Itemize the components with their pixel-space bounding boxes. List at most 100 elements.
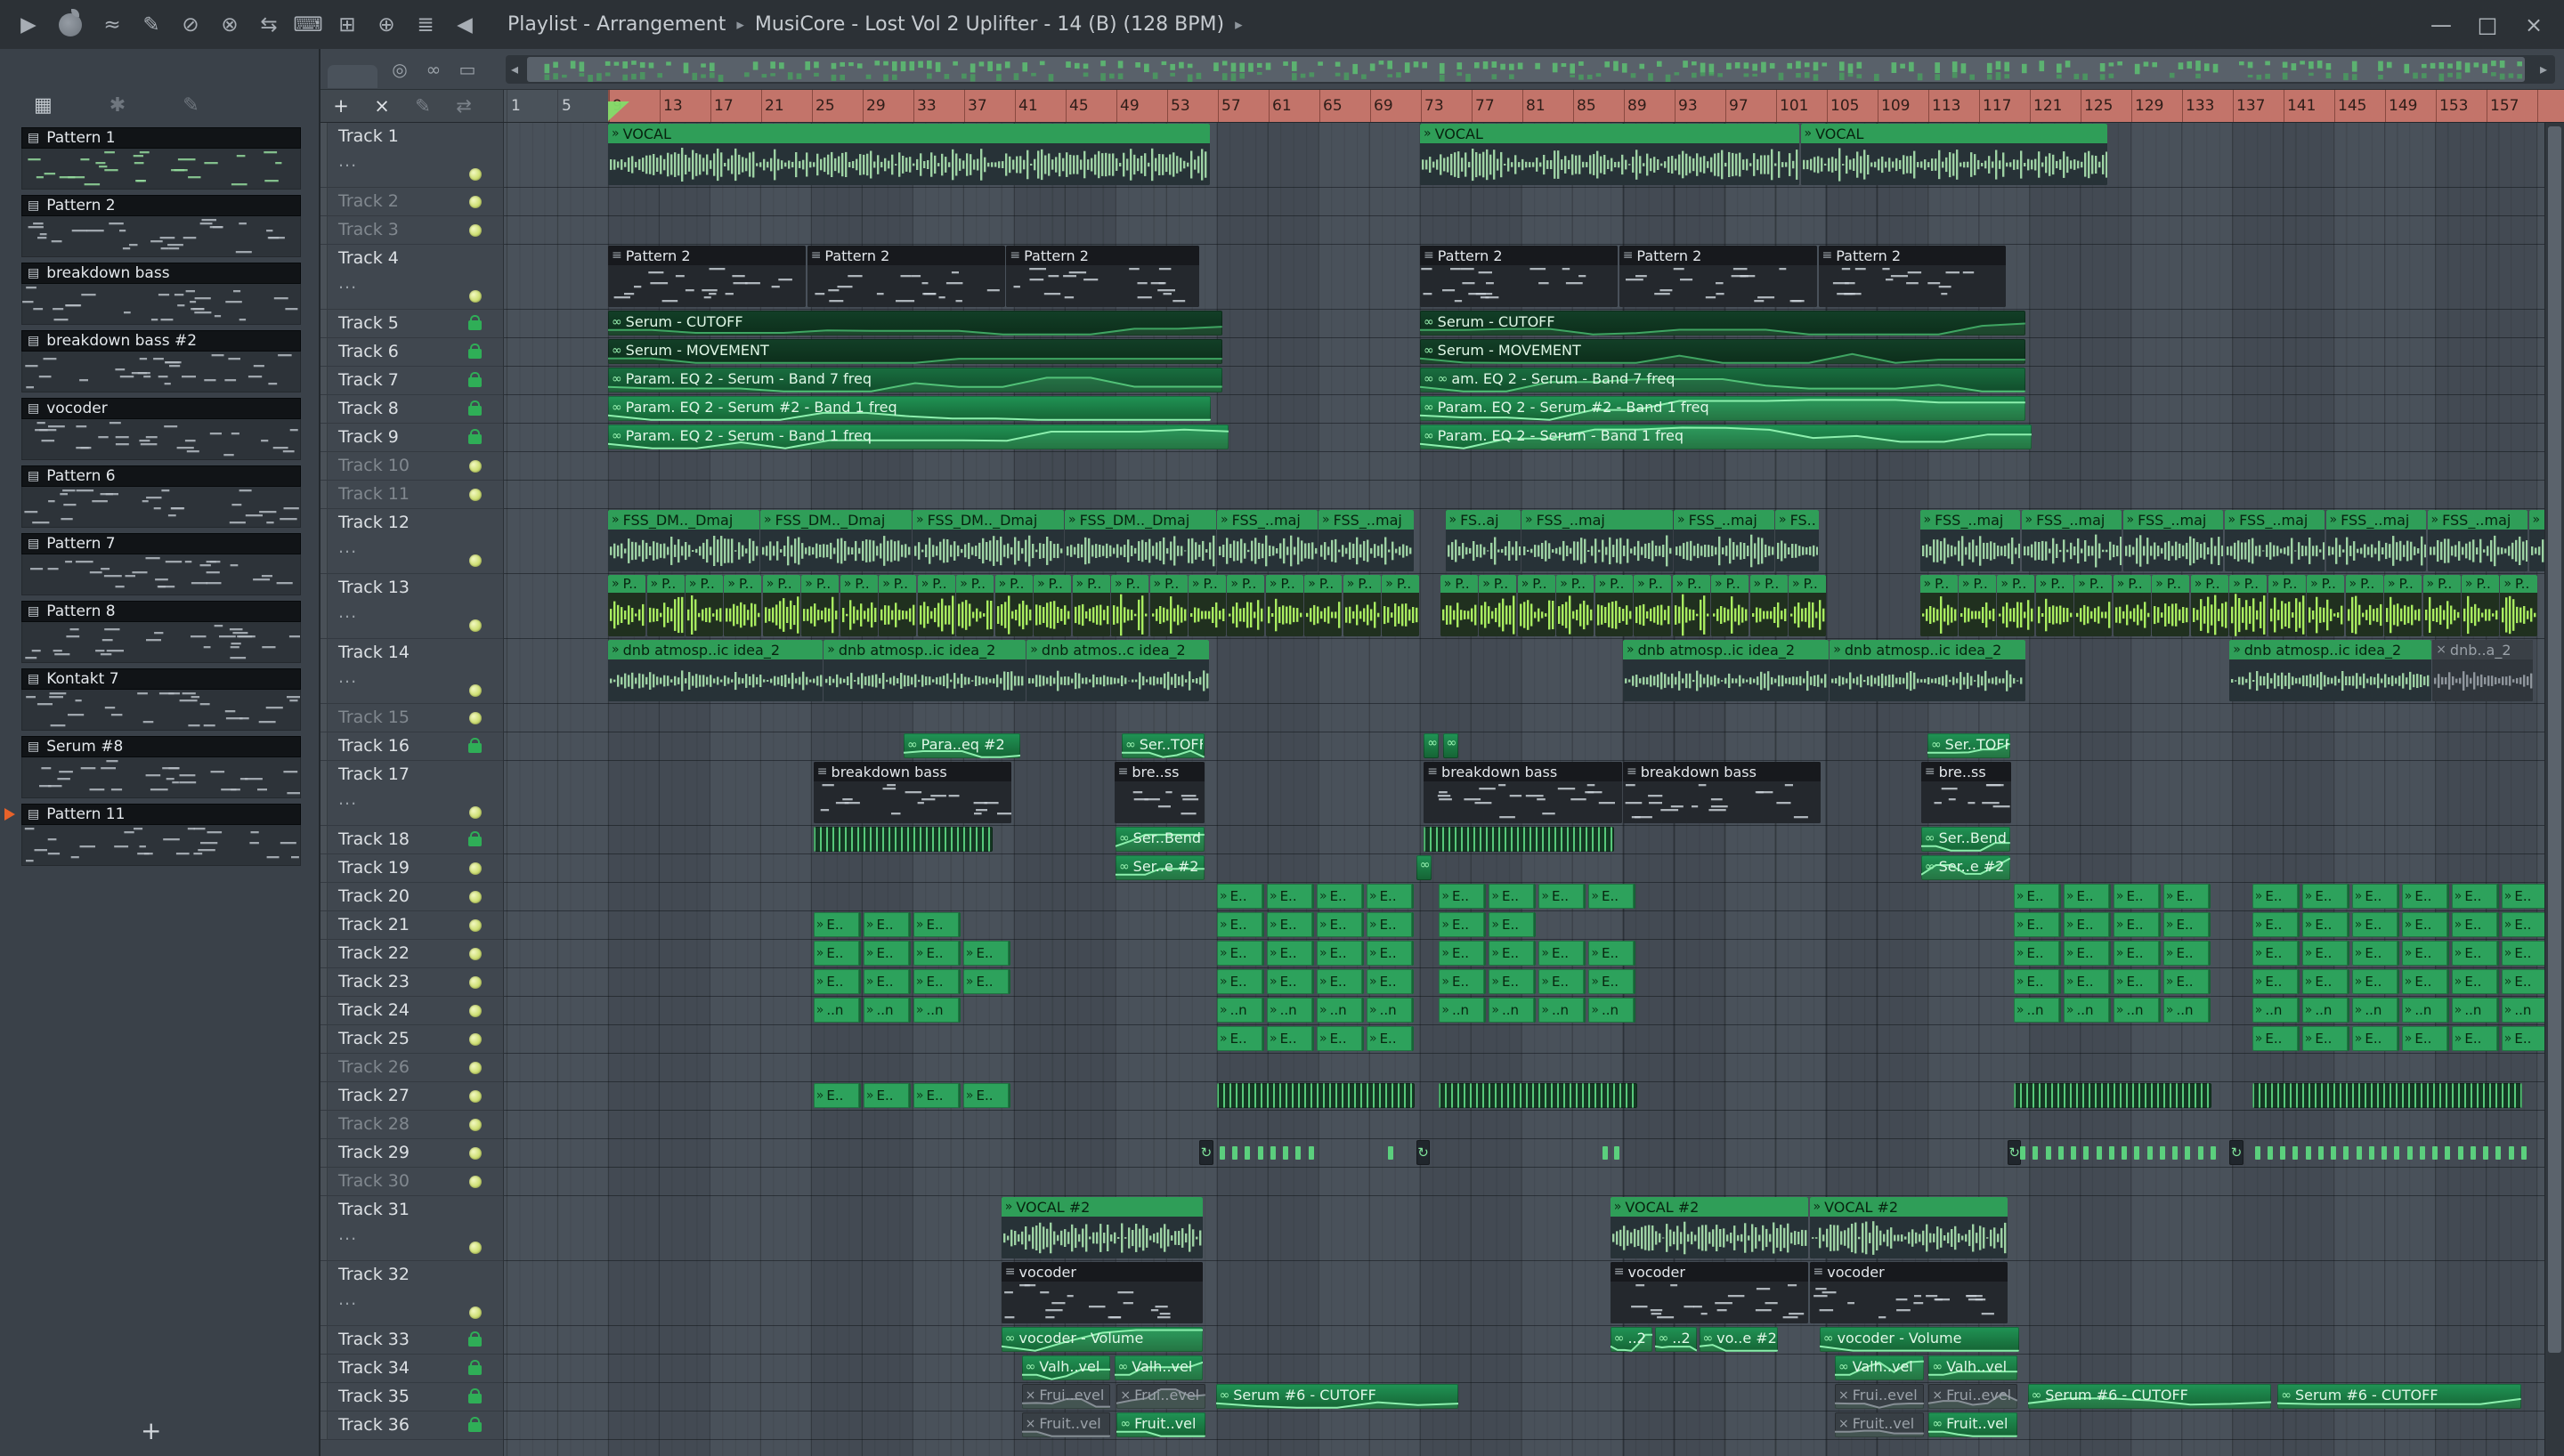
playlist-lane[interactable]: ∞ Param. EQ 2 - Serum - Band 1 freq ∞ Param… [504, 424, 2544, 452]
mini-clip[interactable]: » E.. [2252, 884, 2300, 909]
automation-clip[interactable]: ∞ [1424, 733, 1440, 758]
automation-clip[interactable]: ∞ ..2 [1654, 1327, 1697, 1352]
tick-clip[interactable] [2483, 1146, 2489, 1160]
automation-clip[interactable]: ∞ Serum - MOVEMENT [1420, 339, 2025, 364]
track-header[interactable]: Track 16 [320, 732, 503, 761]
mini-clip[interactable]: » E.. [2451, 1026, 2499, 1051]
tick-clip[interactable] [2520, 1146, 2527, 1160]
mini-clip[interactable]: » E.. [2501, 1026, 2544, 1051]
mini-clip[interactable]: » E.. [2351, 969, 2399, 994]
mini-clip[interactable]: » E.. [1439, 941, 1487, 966]
automation-clip[interactable]: ∞ Serum - MOVEMENT [608, 339, 1222, 364]
playlist-lane[interactable]: ∞ Serum - MOVEMENT ∞ Serum - MOVEMENT [504, 338, 2544, 367]
playlist-lane[interactable] [504, 1054, 2544, 1082]
track-led[interactable] [469, 290, 482, 303]
mini-clip[interactable]: » ..n [863, 998, 911, 1023]
mini-clip[interactable]: » E.. [2351, 884, 2399, 909]
track-header[interactable]: Track 7 [320, 367, 503, 395]
audio-clip[interactable]: » dnb atmosp..ic idea_2 [1623, 640, 1829, 701]
mini-clip[interactable]: » E.. [2113, 884, 2161, 909]
audio-clip[interactable]: » dnb atmosp..ic idea_2 [1830, 640, 2025, 701]
audio-clip[interactable]: » P.. [1072, 575, 1110, 636]
mini-clip[interactable]: » E.. [913, 912, 961, 937]
mini-clip[interactable]: » E.. [1367, 1026, 1414, 1051]
tick-clip[interactable] [1295, 1146, 1302, 1160]
pattern-item[interactable]: ▤ Pattern 11 [4, 804, 301, 866]
mini-clip[interactable]: » E.. [2501, 969, 2544, 994]
audio-clip[interactable]: » P.. [724, 575, 762, 636]
mini-clip[interactable]: » E.. [1317, 912, 1364, 937]
audio-clip[interactable]: » P.. [994, 575, 1033, 636]
automation-clip[interactable]: × Fruit..vel [1021, 1412, 1111, 1437]
audio-clip[interactable]: » P.. [1556, 575, 1594, 636]
track-led[interactable] [469, 1119, 482, 1131]
automation-clip[interactable]: × Frui..evel [1021, 1384, 1111, 1409]
playlist-lane[interactable] [504, 1111, 2544, 1139]
audio-clip[interactable]: »FSS_..maj [1521, 510, 1673, 571]
track-led[interactable] [469, 1306, 482, 1319]
mini-clip[interactable]: » E.. [1588, 969, 1636, 994]
audio-clip[interactable]: » P.. [2422, 575, 2461, 636]
tick-clip[interactable] [2508, 1146, 2514, 1160]
mini-clip[interactable]: » E.. [2301, 884, 2349, 909]
automation-clip[interactable]: × Frui..evel [1928, 1384, 2018, 1409]
swap-icon[interactable]: ⇆ [249, 13, 288, 36]
add-pattern-button[interactable]: + [141, 1416, 161, 1445]
mini-clip[interactable]: » ..n [1317, 998, 1364, 1023]
automation-clip[interactable]: ∞ Serum #6 - CUTOFF [2277, 1384, 2521, 1409]
track-header[interactable]: Track 32... [320, 1261, 503, 1326]
audio-clip[interactable]: » P.. [1672, 575, 1710, 636]
mini-clip[interactable]: » ..n [1217, 998, 1264, 1023]
mini-clip[interactable]: » E.. [2451, 912, 2499, 937]
playlist-lane[interactable]: » dnb atmosp..ic idea_2» dnb atmosp..ic id… [504, 639, 2544, 704]
track-led[interactable] [469, 891, 482, 903]
playlist-tab[interactable] [328, 64, 377, 88]
mini-clip[interactable]: » E.. [2252, 912, 2300, 937]
tick-clip[interactable] [2331, 1146, 2337, 1160]
playlist-lane[interactable]: ∞ Param. EQ 2 - Serum #2 - Band 1 freq ∞ Pa… [504, 395, 2544, 424]
mini-clip[interactable]: » E.. [1489, 912, 1537, 937]
pattern-clip[interactable]: ≡ breakdown bass [1424, 762, 1622, 823]
scroll-left-icon[interactable]: ◂ [511, 55, 518, 84]
mini-clip[interactable]: » E.. [863, 912, 911, 937]
note-repeat-clip[interactable] [813, 827, 993, 852]
automation-clip[interactable]: ∞ Fruit..vel [1116, 1412, 1206, 1437]
tick-clip[interactable] [2317, 1146, 2324, 1160]
pattern-item[interactable]: ▤ Serum #8 [21, 736, 301, 798]
mini-clip[interactable]: » E.. [2401, 969, 2449, 994]
audio-clip[interactable]: » P.. [608, 575, 646, 636]
automation-clip[interactable]: ∞ Param. EQ 2 - Serum - Band 1 freq [608, 425, 1229, 449]
audio-clip[interactable]: » P.. [1919, 575, 1958, 636]
mini-clip[interactable]: » E.. [1367, 969, 1414, 994]
pencil-icon[interactable]: ✎ [402, 95, 443, 117]
tick-clip[interactable] [2083, 1146, 2089, 1160]
track-led[interactable] [469, 712, 482, 724]
audio-clip[interactable]: » P.. [2074, 575, 2113, 636]
pattern-item-header[interactable]: ▤ Pattern 1 [21, 127, 301, 149]
track-led[interactable] [469, 1033, 482, 1046]
pattern-item[interactable]: ▤ Pattern 6 [21, 465, 301, 528]
automation-clip[interactable]: ∞ Ser..e #2 [1116, 855, 1205, 880]
patterns-icon[interactable]: ▦ [34, 94, 53, 117]
track-header[interactable]: Track 18 [320, 826, 503, 854]
pattern-clip[interactable]: ≡ Pattern 2 [1006, 246, 1199, 307]
pattern-clip[interactable]: ≡ bre..ss [1114, 762, 1205, 823]
star-icon[interactable]: ✱ [110, 94, 126, 117]
playlist-lane[interactable]: ≡ Pattern 2 ≡ Pattern 2 ≡ Pattern 2 ≡ Pattern 2… [504, 245, 2544, 310]
playlist-lane[interactable]: ∞ Serum - CUTOFF ∞ Serum - CUTOFF [504, 310, 2544, 338]
tick-clip[interactable] [2159, 1146, 2165, 1160]
audio-clip[interactable]: » P.. [801, 575, 840, 636]
track-header[interactable]: Track 20 [320, 883, 503, 911]
mini-clip[interactable]: » E.. [1367, 941, 1414, 966]
pattern-item[interactable]: ▤ Pattern 8 [21, 601, 301, 663]
note-repeat-clip[interactable] [1424, 827, 1615, 852]
audio-clip[interactable]: » P.. [1265, 575, 1303, 636]
mini-clip[interactable]: » E.. [1267, 969, 1314, 994]
mini-clip[interactable]: » E.. [2013, 969, 2061, 994]
mini-clip[interactable]: » E.. [2063, 912, 2111, 937]
playlist-lane[interactable]: » E..» E..» E..» E..» E..» E..» E..» E..» E..» E..… [504, 940, 2544, 968]
audio-clip[interactable]: » P.. [2268, 575, 2306, 636]
track-header[interactable]: Track 35 [320, 1383, 503, 1412]
slice-icon[interactable]: ⊘ [171, 13, 210, 36]
track-header[interactable]: Track 28 [320, 1111, 503, 1139]
